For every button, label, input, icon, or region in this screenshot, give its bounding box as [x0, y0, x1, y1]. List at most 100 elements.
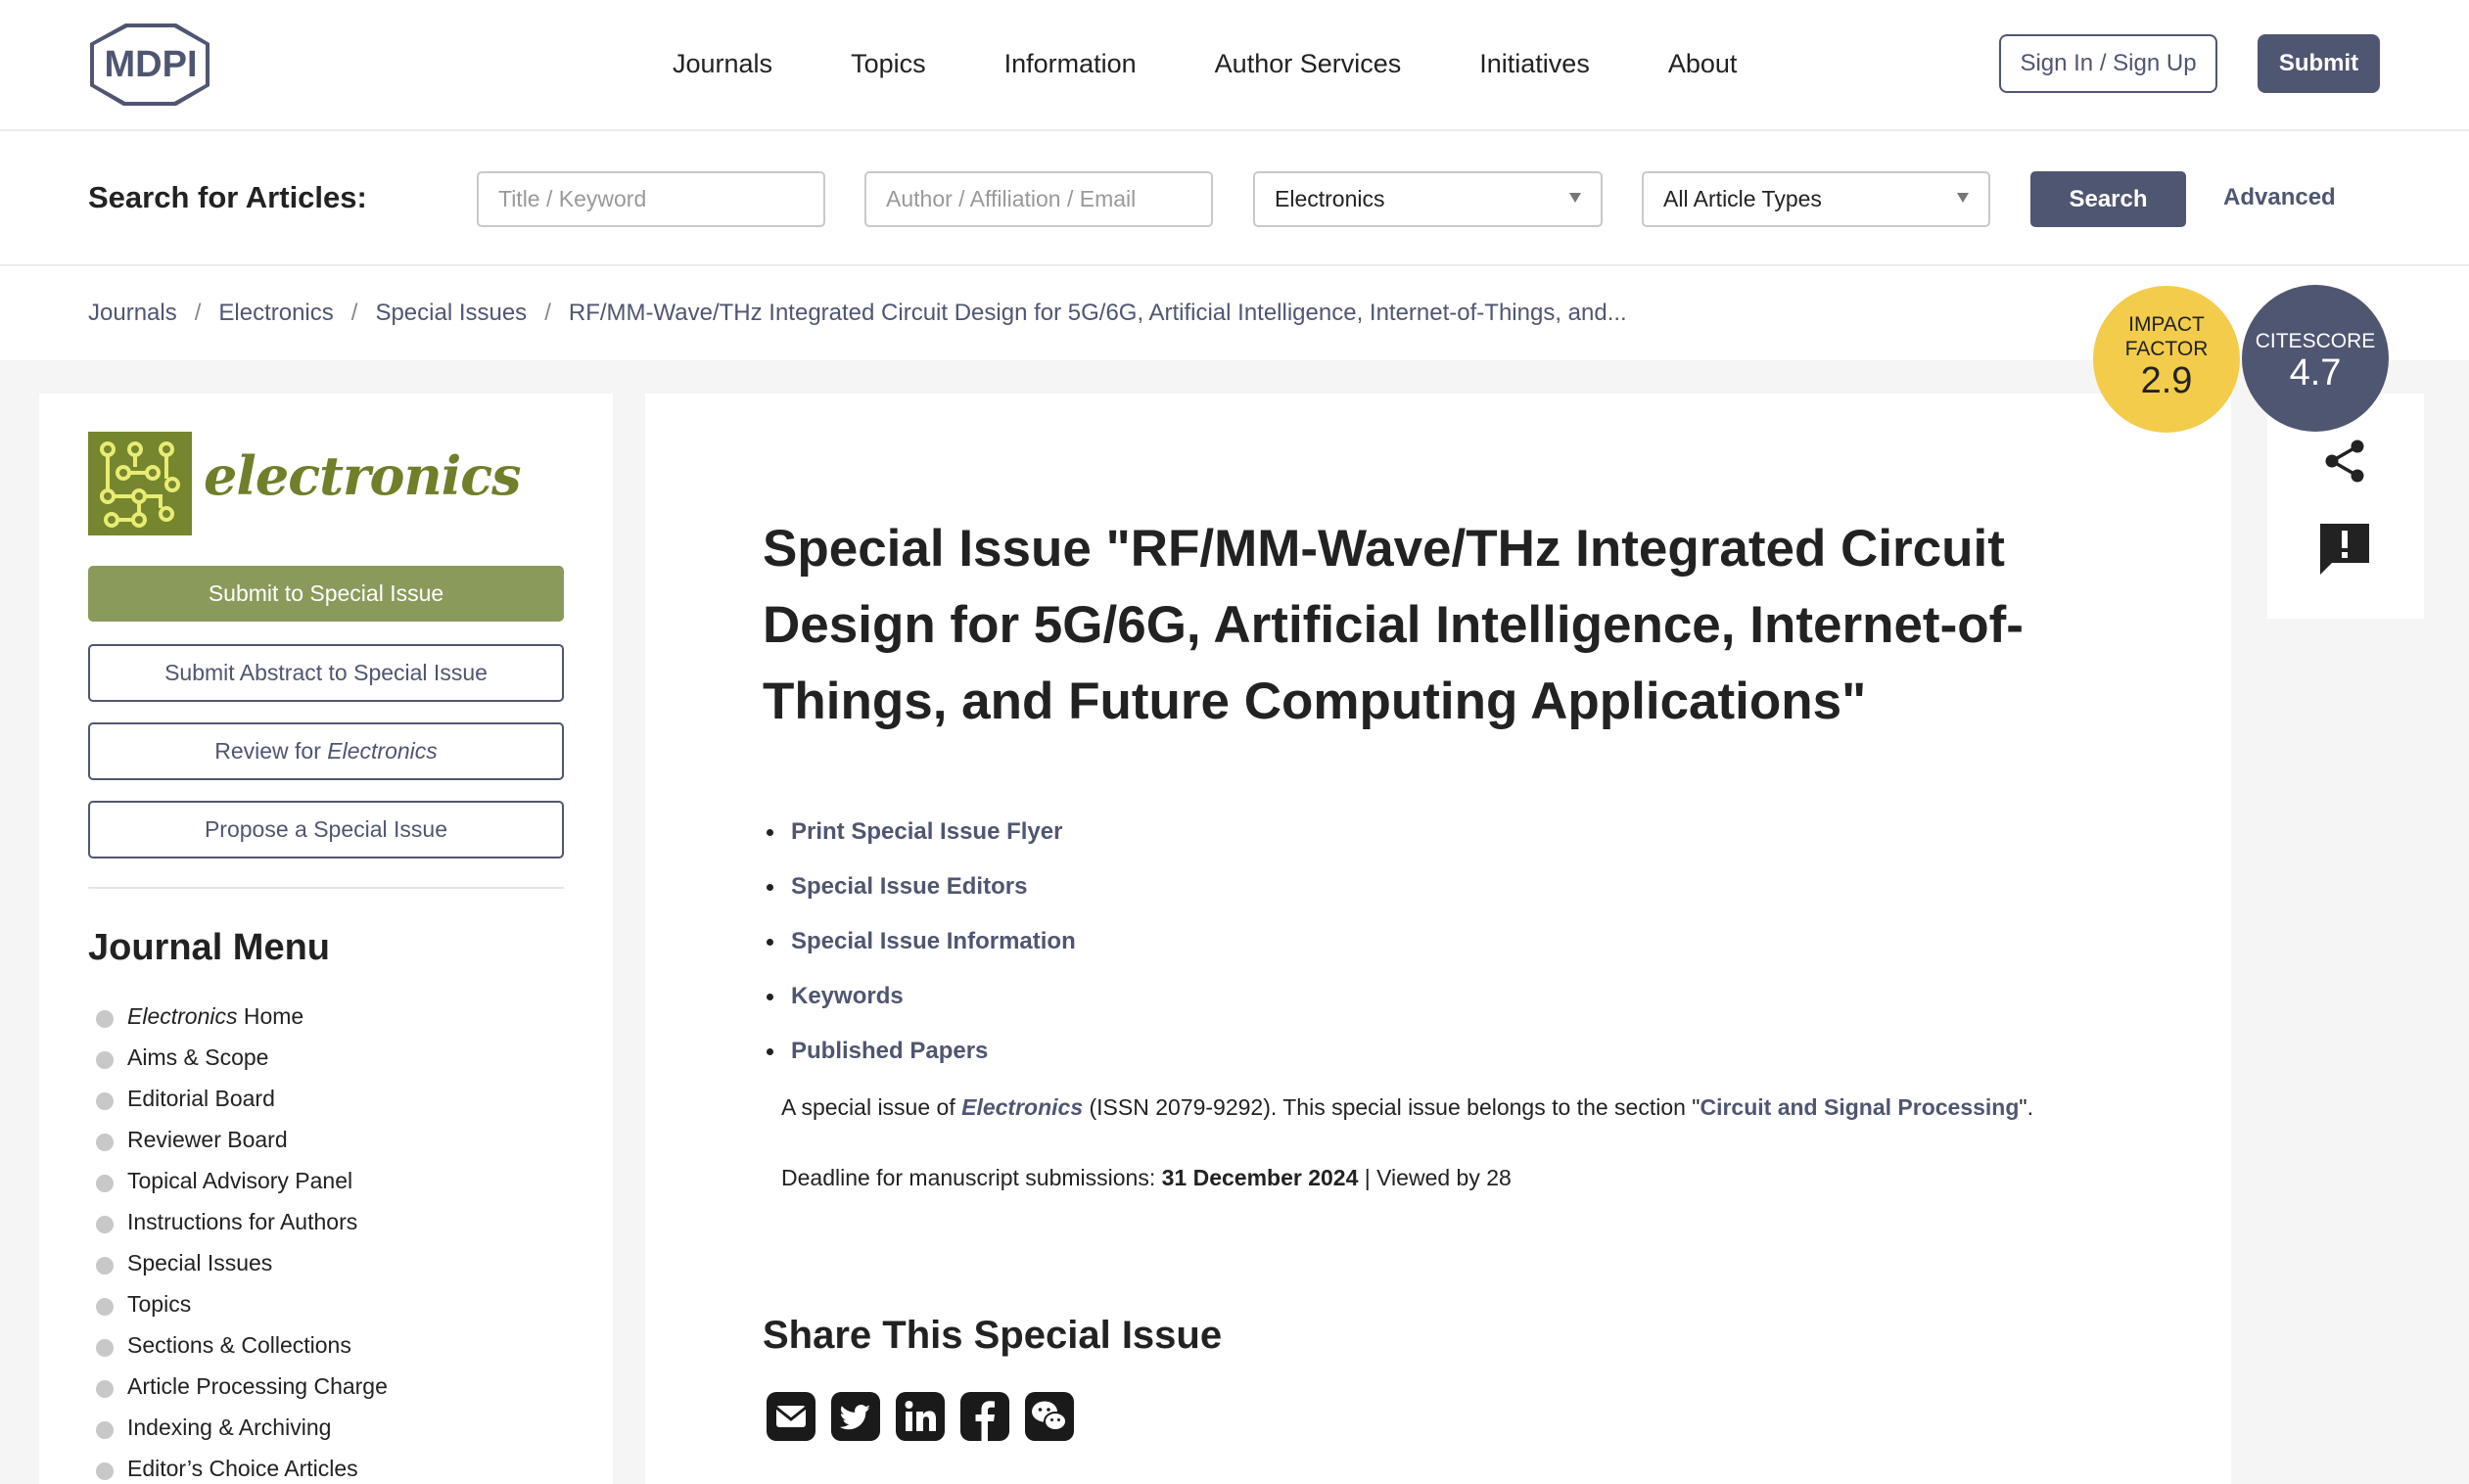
nav-journals[interactable]: Journals: [673, 49, 772, 79]
share-title: Share This Special Issue: [763, 1314, 1223, 1357]
impact-factor-label-1: IMPACT: [2128, 313, 2205, 336]
submit-abstract-button[interactable]: Submit Abstract to Special Issue: [88, 644, 564, 702]
nav-topics[interactable]: Topics: [851, 49, 926, 79]
citescore-value: 4.7: [2289, 352, 2342, 394]
journal-menu-item[interactable]: Aims & Scope: [96, 1037, 388, 1078]
journal-menu: Electronics Home Aims & Scope Editorial …: [96, 996, 388, 1484]
breadcrumb-special-issues[interactable]: Special Issues: [375, 300, 527, 327]
info-journal-link[interactable]: Electronics: [961, 1094, 1083, 1120]
journal-menu-item-label: Aims & Scope: [127, 1043, 269, 1070]
journal-menu-item-label: Topics: [127, 1290, 192, 1317]
bullet-icon: [96, 1175, 114, 1192]
toc-item-label: Special Issue Editors: [791, 873, 1028, 900]
author-search-input[interactable]: Author / Affiliation / Email: [864, 171, 1213, 227]
journal-menu-item-home[interactable]: Electronics Home: [96, 996, 388, 1037]
toc-item-label: Special Issue Information: [791, 928, 1076, 954]
view-count: | Viewed by 28: [1358, 1165, 1512, 1190]
bullet-icon: [96, 1010, 114, 1028]
submit-button[interactable]: Submit: [2258, 34, 2380, 93]
nav-author-services[interactable]: Author Services: [1215, 49, 1402, 79]
citescore-badge[interactable]: CITESCORE 4.7: [2242, 285, 2389, 432]
keyword-search-input[interactable]: Title / Keyword: [477, 171, 825, 227]
breadcrumb-journals[interactable]: Journals: [88, 300, 177, 327]
journal-menu-item-label: Special Issues: [127, 1249, 273, 1275]
journal-menu-item-label: Topical Advisory Panel: [127, 1167, 353, 1193]
journal-menu-item[interactable]: Topical Advisory Panel: [96, 1160, 388, 1201]
journal-menu-item-label: Sections & Collections: [127, 1331, 351, 1358]
mdpi-logo[interactable]: MDPI: [86, 22, 215, 106]
electronics-journal-logo[interactable]: [88, 432, 192, 535]
bullet-icon: [96, 1134, 114, 1151]
propose-special-issue-button[interactable]: Propose a Special Issue: [88, 801, 564, 858]
journal-menu-item[interactable]: Instructions for Authors: [96, 1201, 388, 1242]
impact-factor-badge[interactable]: IMPACT FACTOR 2.9: [2093, 286, 2240, 433]
toc-item-label: Print Special Issue Flyer: [791, 818, 1063, 845]
share-icon[interactable]: [2318, 435, 2371, 487]
journal-menu-item-label: Instructions for Authors: [127, 1208, 358, 1234]
divider: [88, 887, 564, 889]
breadcrumb: Journals / Electronics / Special Issues …: [88, 300, 1627, 327]
nav-about[interactable]: About: [1668, 49, 1738, 79]
search-label: Search for Articles:: [88, 180, 367, 214]
breadcrumb-separator: /: [194, 300, 202, 326]
breadcrumb-separator: /: [544, 300, 551, 326]
toc-item-label: Keywords: [791, 983, 904, 1009]
twitter-icon[interactable]: [829, 1390, 882, 1443]
impact-factor-label-2: FACTOR: [2124, 338, 2209, 360]
journal-menu-item-label: Editor’s Choice Articles: [127, 1455, 358, 1481]
bullet-icon: [767, 993, 773, 1000]
breadcrumb-separator: /: [350, 300, 358, 326]
toc-item-flyer[interactable]: Print Special Issue Flyer: [767, 805, 1076, 859]
article-type-select[interactable]: All Article Types: [1642, 171, 1990, 227]
main-content: Special Issue "RF/MM-Wave/THz Integrated…: [645, 394, 2231, 1484]
submit-to-special-issue-button[interactable]: Submit to Special Issue: [88, 566, 564, 622]
journal-menu-item[interactable]: Reviewer Board: [96, 1119, 388, 1160]
article-type-select-value: All Article Types: [1663, 186, 1822, 211]
journal-select-value: Electronics: [1275, 186, 1385, 211]
bullet-icon: [767, 938, 773, 946]
toc-item-label: Published Papers: [791, 1038, 989, 1064]
facebook-icon[interactable]: [958, 1390, 1011, 1443]
journal-menu-item[interactable]: Special Issues: [96, 1242, 388, 1283]
deadline-info: Deadline for manuscript submissions: 31 …: [781, 1165, 1512, 1191]
review-journal: Electronics: [327, 738, 438, 764]
main-nav: Journals Topics Information Author Servi…: [673, 0, 1815, 127]
toc-item-published-papers[interactable]: Published Papers: [767, 1024, 1076, 1079]
nav-information[interactable]: Information: [1004, 49, 1137, 79]
journal-menu-item-label: Article Processing Charge: [127, 1372, 388, 1399]
toc-item-editors[interactable]: Special Issue Editors: [767, 859, 1076, 914]
share-icons: [765, 1390, 1088, 1443]
feedback-icon[interactable]: [2318, 521, 2371, 576]
citescore-label: CITESCORE: [2255, 330, 2376, 352]
advanced-search-link[interactable]: Advanced: [2223, 184, 2336, 211]
nav-initiatives[interactable]: Initiatives: [1479, 49, 1590, 79]
sign-in-button[interactable]: Sign In / Sign Up: [1999, 34, 2217, 93]
journal-menu-item-label: Indexing & Archiving: [127, 1414, 332, 1440]
chevron-down-icon: [1569, 193, 1581, 203]
menu-home-journal: Electronics: [127, 1002, 238, 1029]
journal-menu-item[interactable]: Editor’s Choice Articles: [96, 1448, 388, 1484]
journal-select[interactable]: Electronics: [1253, 171, 1603, 227]
journal-menu-item[interactable]: Indexing & Archiving: [96, 1407, 388, 1448]
top-header: MDPI Journals Topics Information Author …: [0, 0, 2469, 131]
review-for-journal-button[interactable]: Review for Electronics: [88, 722, 564, 780]
wechat-icon[interactable]: [1023, 1390, 1076, 1443]
section-link[interactable]: Circuit and Signal Processing: [1700, 1094, 2019, 1120]
bullet-icon: [96, 1216, 114, 1233]
info-suffix: ".: [2019, 1094, 2033, 1120]
bullet-icon: [96, 1092, 114, 1110]
email-icon[interactable]: [765, 1390, 817, 1443]
journal-menu-item[interactable]: Article Processing Charge: [96, 1366, 388, 1407]
toc-item-keywords[interactable]: Keywords: [767, 969, 1076, 1024]
toc-item-information[interactable]: Special Issue Information: [767, 914, 1076, 969]
journal-menu-item[interactable]: Sections & Collections: [96, 1324, 388, 1366]
journal-menu-item-label: Editorial Board: [127, 1085, 275, 1111]
search-bar: Search for Articles: Title / Keyword Aut…: [0, 131, 2469, 266]
search-button[interactable]: Search: [2030, 171, 2186, 227]
journal-menu-item[interactable]: Editorial Board: [96, 1078, 388, 1119]
linkedin-icon[interactable]: [894, 1390, 947, 1443]
journal-name[interactable]: electronics: [204, 444, 522, 507]
journal-menu-item[interactable]: Topics: [96, 1283, 388, 1324]
review-prefix: Review for: [214, 738, 328, 764]
breadcrumb-electronics[interactable]: Electronics: [218, 300, 333, 327]
